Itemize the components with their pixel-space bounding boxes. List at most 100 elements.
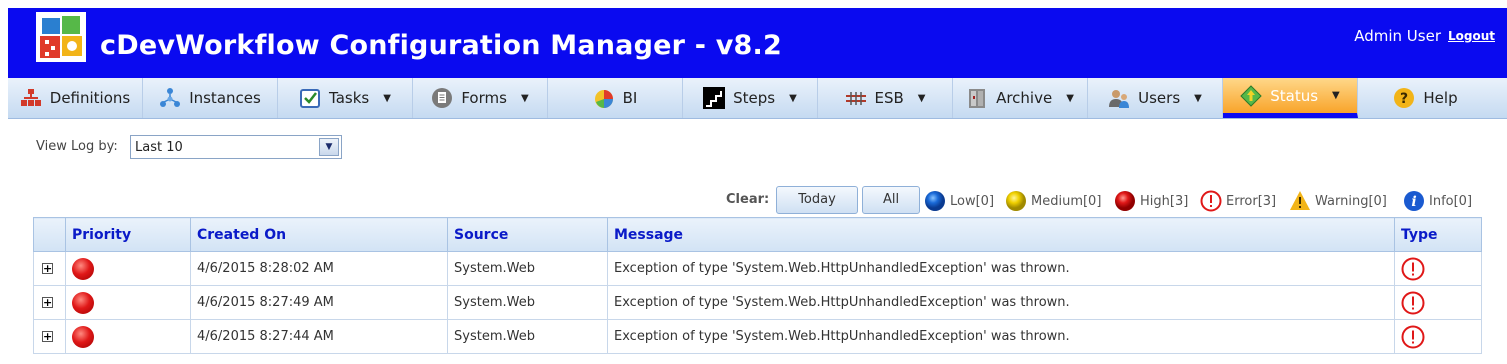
nav-label: Archive bbox=[996, 89, 1053, 107]
high-priority-icon bbox=[72, 257, 94, 280]
info-icon: i bbox=[1404, 191, 1424, 211]
legend-high-label: High[3] bbox=[1140, 193, 1189, 209]
app-logo-icon bbox=[36, 12, 86, 62]
nav-label: Help bbox=[1423, 89, 1458, 107]
chevron-down-icon: ▼ bbox=[917, 92, 926, 104]
table-row[interactable]: + 4/6/2015 8:28:02 AM System.Web Excepti… bbox=[33, 251, 1482, 286]
dropdown-arrow-icon[interactable]: ▼ bbox=[319, 138, 339, 156]
legend-error[interactable]: Error[3] bbox=[1200, 190, 1276, 212]
legend-medium-label: Medium[0] bbox=[1031, 193, 1102, 209]
logout-link[interactable]: Logout bbox=[1448, 29, 1495, 43]
chevron-down-icon: ▼ bbox=[520, 92, 529, 104]
legend-warning[interactable]: Warning[0] bbox=[1289, 190, 1387, 212]
high-priority-icon bbox=[72, 291, 94, 314]
nav-forms[interactable]: Forms ▼ bbox=[413, 78, 548, 118]
legend-error-label: Error[3] bbox=[1226, 193, 1277, 209]
nav-instances[interactable]: Instances bbox=[143, 78, 278, 118]
nav-label: BI bbox=[622, 89, 638, 107]
table-header-row: Priority Created On Source Message Type bbox=[33, 217, 1482, 252]
nav-archive[interactable]: Archive ▼ bbox=[953, 78, 1088, 118]
nav-label: Steps bbox=[733, 89, 776, 107]
expand-row-icon[interactable]: + bbox=[42, 331, 53, 342]
instances-icon bbox=[160, 88, 181, 107]
legend-low-label: Low[0] bbox=[950, 193, 995, 209]
source-cell: System.Web bbox=[447, 319, 608, 354]
nav-users[interactable]: Users ▼ bbox=[1088, 78, 1223, 118]
nav-status[interactable]: Status ▼ bbox=[1223, 78, 1358, 118]
message-cell: Exception of type 'System.Web.HttpUnhand… bbox=[607, 251, 1395, 286]
nav-esb[interactable]: ESB ▼ bbox=[818, 78, 953, 118]
message-cell: Exception of type 'System.Web.HttpUnhand… bbox=[607, 285, 1395, 320]
nav-label: Users bbox=[1138, 89, 1181, 107]
nav-label: ESB bbox=[874, 89, 904, 107]
legend-high[interactable]: High[3] bbox=[1114, 190, 1188, 212]
error-icon bbox=[1200, 190, 1222, 212]
created-on-column-header[interactable]: Created On bbox=[190, 217, 448, 252]
nav-label: Tasks bbox=[329, 89, 370, 107]
expand-row-icon[interactable]: + bbox=[42, 263, 53, 274]
created-on-cell: 4/6/2015 8:28:02 AM bbox=[190, 251, 448, 286]
legend-medium[interactable]: Medium[0] bbox=[1005, 190, 1101, 212]
status-icon bbox=[1240, 84, 1262, 107]
app-title: cDevWorkflow Configuration Manager - v8.… bbox=[100, 30, 782, 61]
legend-warning-label: Warning[0] bbox=[1315, 193, 1387, 209]
source-cell: System.Web bbox=[447, 251, 608, 286]
high-priority-icon bbox=[72, 325, 94, 348]
nav-label: Instances bbox=[189, 89, 261, 107]
nav-tasks[interactable]: Tasks ▼ bbox=[278, 78, 413, 118]
main-nav: Definitions Instances Tasks ▼ Forms ▼ BI… bbox=[8, 78, 1507, 119]
nav-definitions[interactable]: Definitions bbox=[8, 78, 143, 118]
chevron-down-icon: ▼ bbox=[1066, 92, 1074, 104]
expand-row-icon[interactable]: + bbox=[42, 297, 53, 308]
source-column-header[interactable]: Source bbox=[447, 217, 608, 252]
esb-icon bbox=[845, 92, 866, 105]
users-icon bbox=[1109, 90, 1130, 108]
table-row[interactable]: + 4/6/2015 8:27:44 AM System.Web Excepti… bbox=[33, 319, 1482, 354]
steps-icon bbox=[703, 87, 726, 109]
message-cell: Exception of type 'System.Web.HttpUnhand… bbox=[607, 319, 1395, 354]
error-icon bbox=[1401, 257, 1425, 280]
expand-column-header bbox=[33, 217, 66, 252]
priority-column-header[interactable]: Priority bbox=[65, 217, 191, 252]
low-priority-icon bbox=[925, 191, 945, 211]
svg-text:?: ? bbox=[1400, 91, 1408, 107]
view-log-selected: Last 10 bbox=[135, 140, 183, 155]
created-on-cell: 4/6/2015 8:27:49 AM bbox=[190, 285, 448, 320]
help-icon: ? bbox=[1394, 88, 1415, 108]
nav-help[interactable]: ? Help bbox=[1358, 78, 1493, 118]
legend-low[interactable]: Low[0] bbox=[924, 190, 994, 212]
warning-icon bbox=[1290, 191, 1310, 210]
tasks-icon bbox=[300, 89, 321, 108]
nav-bi[interactable]: BI bbox=[548, 78, 683, 118]
bi-icon bbox=[594, 90, 613, 108]
user-name: Admin User bbox=[1354, 27, 1441, 45]
forms-icon bbox=[432, 88, 453, 108]
view-log-label: View Log by: bbox=[36, 139, 118, 154]
nav-label: Definitions bbox=[49, 89, 131, 107]
error-icon bbox=[1401, 325, 1425, 348]
created-on-cell: 4/6/2015 8:27:44 AM bbox=[190, 319, 448, 354]
table-row[interactable]: + 4/6/2015 8:27:49 AM System.Web Excepti… bbox=[33, 285, 1482, 320]
svg-text:i: i bbox=[1411, 194, 1416, 210]
clear-today-button[interactable]: Today bbox=[776, 186, 858, 214]
legend-info[interactable]: i Info[0] bbox=[1403, 190, 1472, 212]
source-cell: System.Web bbox=[447, 285, 608, 320]
chevron-down-icon: ▼ bbox=[1194, 92, 1202, 104]
chevron-down-icon: ▼ bbox=[789, 92, 797, 104]
error-icon bbox=[1401, 291, 1425, 314]
archive-icon bbox=[969, 89, 986, 108]
type-column-header[interactable]: Type bbox=[1394, 217, 1482, 252]
message-column-header[interactable]: Message bbox=[607, 217, 1395, 252]
clear-label: Clear: bbox=[726, 192, 770, 207]
medium-priority-icon bbox=[1006, 191, 1026, 211]
high-priority-icon bbox=[1115, 191, 1135, 211]
legend-info-label: Info[0] bbox=[1429, 193, 1473, 209]
nav-steps[interactable]: Steps ▼ bbox=[683, 78, 818, 118]
clear-all-button[interactable]: All bbox=[862, 186, 920, 214]
app-header: cDevWorkflow Configuration Manager - v8.… bbox=[8, 8, 1507, 78]
chevron-down-icon: ▼ bbox=[383, 92, 391, 104]
definitions-icon bbox=[20, 89, 41, 106]
chevron-down-icon: ▼ bbox=[1332, 90, 1340, 101]
view-log-select[interactable]: Last 10 ▼ bbox=[130, 135, 342, 159]
nav-label: Forms bbox=[461, 89, 507, 107]
